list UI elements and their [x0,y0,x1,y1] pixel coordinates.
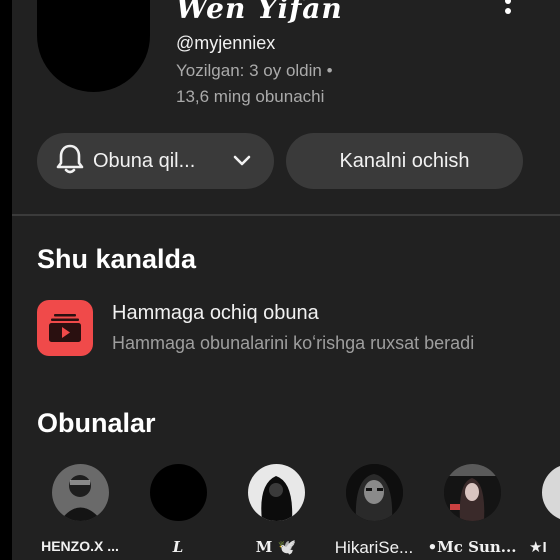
avatar [542,464,560,521]
subscribe-button[interactable]: Obuna qil... [37,133,274,189]
avatar [150,464,207,521]
divider [12,214,560,216]
avatar [248,464,305,521]
subscription-label: L [172,538,184,556]
avatar [444,464,501,521]
subscriptions-icon [37,300,93,356]
subscription-item[interactable]: HENZO.X ... [35,464,125,560]
channel-subscriber-count: 13,6 ming obunachi [176,87,325,106]
feature-description: Hammaga obunalarini koʻrishga ruxsat ber… [112,333,475,353]
open-channel-button[interactable]: Kanalni ochish [286,133,523,189]
subscription-label: HikariSe... [334,538,414,557]
bell-icon [55,143,85,180]
subscription-item[interactable]: •Mc Sun... [427,464,517,560]
channel-handle: @myjenniex [176,33,276,53]
section-title-subscriptions: Obunalar [37,408,156,438]
subscribe-button-label: Obuna qil... [93,149,196,172]
subscription-item[interactable]: ★I [525,464,560,560]
subscription-label: ★I [529,539,547,556]
subscription-label: •Mc Sun... [427,538,517,556]
more-vert-icon[interactable] [500,0,516,22]
subscription-label: HENZO.X ... [41,538,119,554]
feature-title: Hammaga ochiq obuna [112,302,319,324]
section-title-on-channel: Shu kanalda [37,244,197,274]
subscription-item[interactable]: M 🕊️ [231,464,321,560]
channel-joined: Yozilgan: 3 oy oldin • [176,61,333,80]
chevron-down-icon [232,151,252,176]
subscription-label: M 🕊️ [255,538,297,556]
subscription-item[interactable]: HikariSe... [329,464,419,560]
subscription-item[interactable]: L [133,464,223,560]
open-channel-label: Kanalni ochish [339,149,470,172]
channel-name: Wen Yifan [176,0,343,25]
avatar [52,464,109,521]
avatar [346,464,403,521]
